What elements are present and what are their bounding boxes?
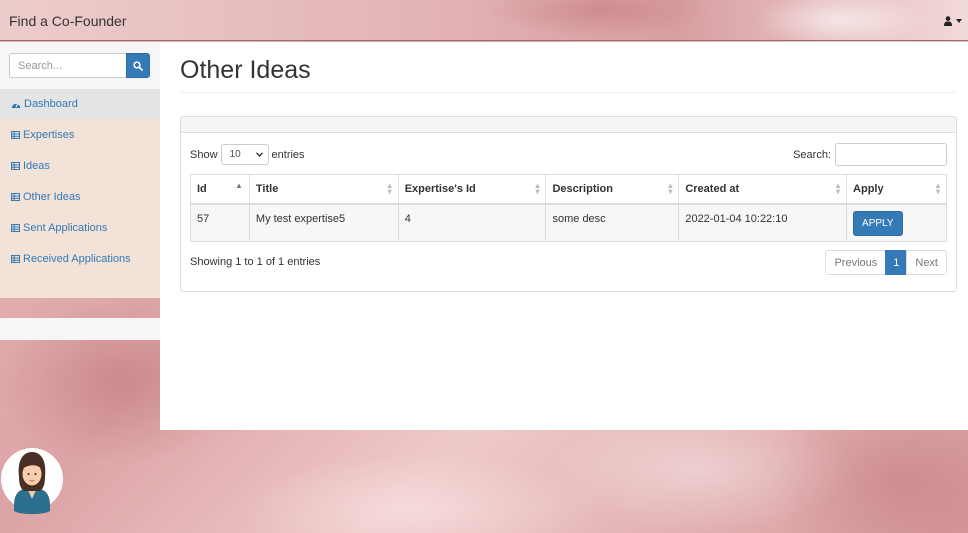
top-navbar: Find a Co-Founder	[0, 0, 968, 41]
column-header-title[interactable]: Title ▴ ▾	[248, 174, 399, 205]
page-title: Other Ideas	[180, 56, 311, 84]
sidebar-item-label: Ideas	[23, 160, 50, 172]
user-menu[interactable]	[944, 14, 962, 28]
show-label: Show	[190, 148, 218, 161]
sort-icon: ▴ ▾	[668, 181, 673, 196]
column-header-label: Created at	[685, 182, 740, 195]
sort-icon: ▴ ▾	[935, 181, 940, 196]
search-icon	[133, 60, 143, 71]
sort-icon: ▴ ▾	[535, 181, 540, 196]
cell-apply: APPLY	[846, 203, 947, 242]
table-icon	[11, 193, 20, 201]
sidebar-item-label: Other Ideas	[23, 191, 81, 203]
column-header-label: Apply	[853, 182, 884, 195]
sidebar-item-sent-applications[interactable]: Sent Applications	[0, 213, 160, 244]
sidebar-search-input[interactable]	[9, 53, 126, 78]
column-header-label: Expertise's Id	[404, 182, 476, 195]
sidebar-item-label: Dashboard	[24, 98, 78, 110]
sidebar-search	[0, 42, 160, 89]
table-search-label: Search:	[793, 148, 831, 161]
brand-title[interactable]: Find a Co-Founder	[9, 13, 127, 29]
sort-icon: ▴ ▾	[387, 181, 392, 196]
sort-asc-icon: ▲	[234, 181, 243, 190]
column-header-id[interactable]: Id ▲	[190, 174, 250, 205]
sidebar-nav: Dashboard Expertises Ideas Other Ideas S…	[0, 89, 160, 275]
column-header-label: Title	[255, 182, 279, 195]
entries-label: entries	[271, 148, 305, 161]
column-header-description[interactable]: Description ▴ ▾	[545, 174, 680, 205]
pagination: Previous 1 Next	[825, 250, 947, 275]
apply-button[interactable]: APPLY	[853, 210, 903, 236]
column-header-apply[interactable]: Apply ▴ ▾	[846, 174, 947, 205]
main-content: Other Ideas Show 10 entries Search: Id ▲…	[160, 42, 968, 430]
sidebar-item-label: Sent Applications	[23, 222, 108, 234]
cell-id: 57	[190, 203, 250, 242]
table-icon	[11, 224, 20, 232]
table-search-input[interactable]	[835, 143, 947, 166]
previous-page-button[interactable]: Previous	[825, 250, 887, 275]
table-icon	[11, 255, 20, 263]
page-length-control: Show 10 entries	[190, 144, 305, 165]
sidebar-item-label: Received Applications	[23, 253, 131, 265]
user-icon	[944, 16, 952, 26]
sidebar-item-other-ideas[interactable]: Other Ideas	[0, 182, 160, 213]
cell-expertise-id: 4	[397, 203, 547, 242]
sidebar-footer-space	[0, 318, 160, 340]
cell-created-at: 2022-01-04 10:22:10	[678, 203, 848, 242]
page-length-select[interactable]: 10	[220, 144, 269, 165]
column-header-label: Description	[552, 182, 613, 195]
sidebar: Dashboard Expertises Ideas Ot	[0, 42, 160, 340]
sidebar-item-ideas[interactable]: Ideas	[0, 151, 160, 182]
sort-icon: ▴ ▾	[836, 181, 841, 196]
table-icon	[11, 162, 20, 170]
column-header-created-at[interactable]: Created at ▴ ▾	[678, 174, 848, 205]
sidebar-search-button[interactable]	[126, 53, 150, 78]
dashboard-icon	[11, 102, 21, 108]
cell-description: some desc	[545, 203, 680, 242]
table-info: Showing 1 to 1 of 1 entries	[190, 256, 321, 268]
ideas-table: Id ▲ Title ▴ ▾ Expertise's Id ▴ ▾ Descript…	[190, 174, 947, 242]
table-row: 57 My test expertise5 4 some desc 2022-0…	[190, 203, 947, 242]
sidebar-item-dashboard[interactable]: Dashboard	[0, 89, 160, 120]
column-header-expertise-id[interactable]: Expertise's Id ▴ ▾	[397, 174, 547, 205]
table-filter-control: Search:	[793, 143, 947, 166]
ideas-panel: Show 10 entries Search: Id ▲ Title ▴ ▾ E…	[180, 116, 957, 292]
table-icon	[11, 131, 20, 139]
sidebar-item-received-applications[interactable]: Received Applications	[0, 244, 160, 275]
page-1-button[interactable]: 1	[885, 250, 908, 275]
sidebar-item-expertises[interactable]: Expertises	[0, 120, 160, 151]
cell-title: My test expertise5	[248, 203, 399, 242]
caret-down-icon	[956, 19, 962, 23]
column-header-label: Id	[197, 182, 207, 195]
table-header-row: Id ▲ Title ▴ ▾ Expertise's Id ▴ ▾ Descript…	[190, 174, 947, 205]
page-length-value: 10	[229, 149, 241, 160]
next-page-button[interactable]: Next	[906, 250, 947, 275]
chevron-down-icon	[255, 152, 263, 157]
title-divider	[180, 92, 956, 93]
sidebar-item-label: Expertises	[23, 129, 75, 141]
avatar	[1, 448, 63, 514]
panel-heading	[181, 117, 956, 133]
